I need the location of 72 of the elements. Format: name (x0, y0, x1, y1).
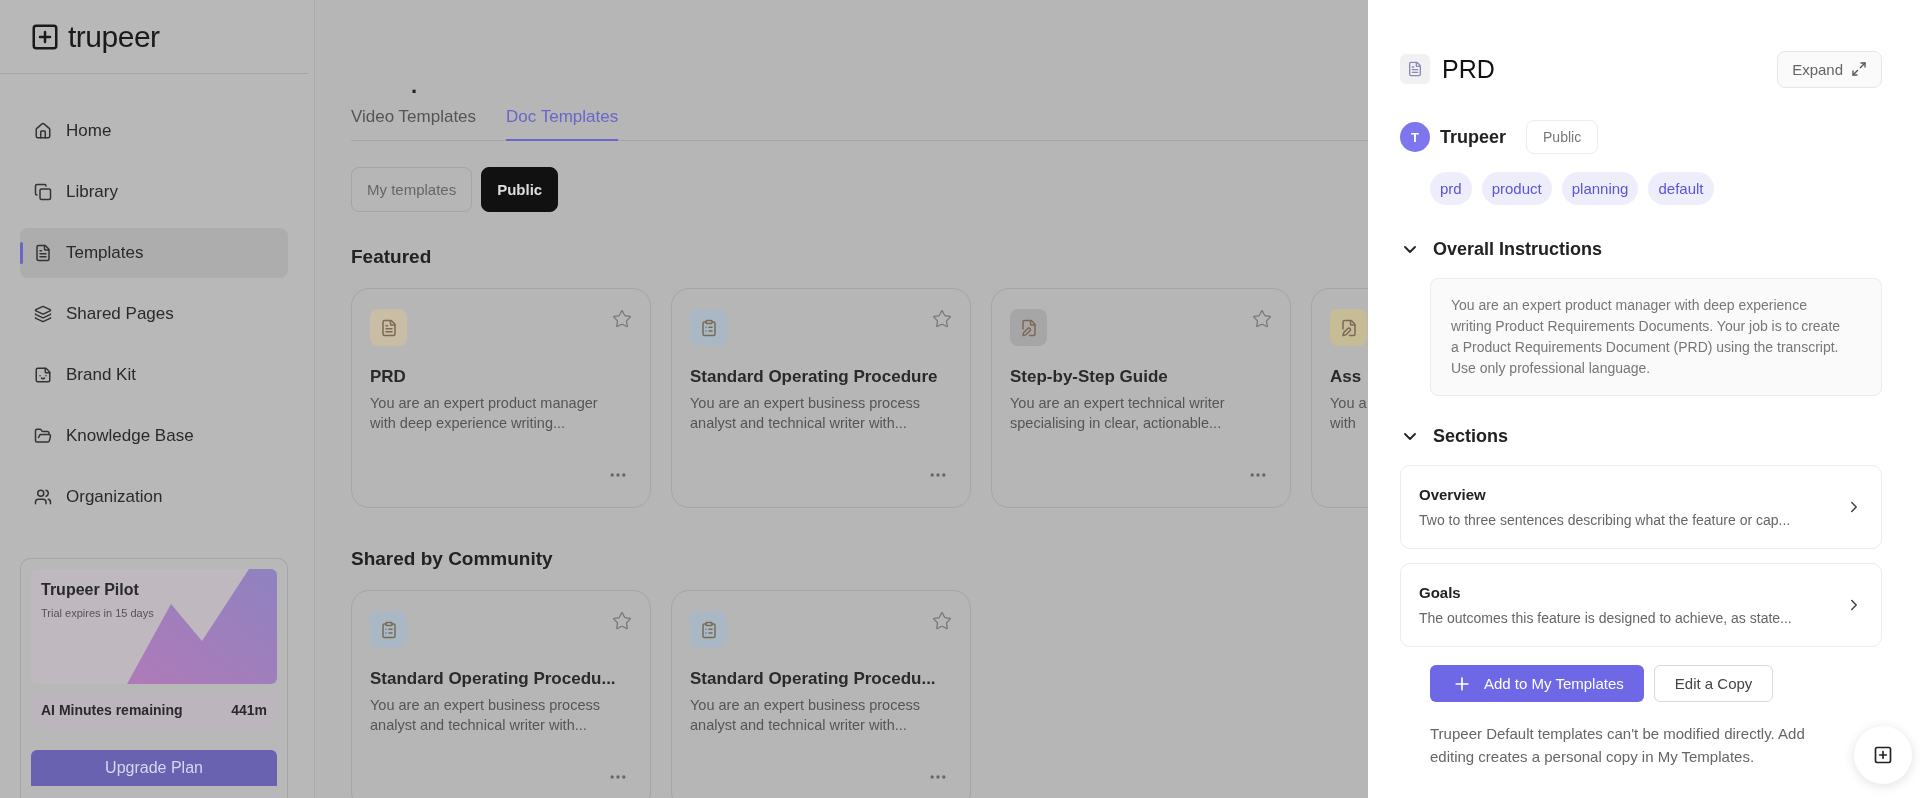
expand-button[interactable]: Expand (1777, 50, 1882, 88)
tab[interactable]: Video Templates (351, 104, 477, 141)
document-icon (34, 244, 52, 262)
card-description: You are an expert business process analyst and technical writer with... (690, 696, 921, 735)
card-description: You are an expert product manager with deep experience writing... (370, 394, 599, 433)
copy-icon (34, 183, 52, 201)
card-title: Standard Operating Procedu... (690, 669, 937, 689)
edit-copy-button[interactable]: Edit a Copy (1653, 665, 1774, 702)
logo-text: trupeer (68, 19, 160, 54)
nav-item[interactable]: Library (20, 167, 288, 217)
section-card[interactable]: Overview Two to three sentences describing what the feature or cap... (1400, 465, 1882, 549)
star-icon[interactable] (612, 611, 632, 631)
template-card[interactable]: PRD You are an expert product manager with deep experience writing... (351, 288, 651, 508)
section-card[interactable]: Goals The outcomes this feature is designed to achieve, as state... (1400, 563, 1882, 647)
tag: product (1481, 172, 1552, 205)
upgrade-button[interactable]: Upgrade Plan (31, 750, 277, 786)
nav-item[interactable]: Brand Kit (20, 350, 288, 400)
section-heading: Shared by Community (351, 548, 554, 570)
page-title: . (410, 72, 419, 100)
star-icon[interactable] (932, 309, 952, 329)
plan-subtitle: Trial expires in 15 days (41, 607, 155, 619)
card-description: You are an expert business process analyst and technical writer with... (370, 696, 601, 735)
home-icon (34, 122, 52, 140)
layers-icon (34, 305, 52, 323)
card-description: You a with (1330, 394, 1368, 433)
nav-item[interactable]: Templates (20, 228, 288, 278)
nav-item[interactable]: Shared Pages (20, 289, 288, 339)
tag: default (1648, 172, 1714, 205)
star-icon[interactable] (1252, 309, 1272, 329)
card-description: You are an expert technical writer specialising in clear, actionable... (1010, 394, 1226, 433)
document-icon (1400, 54, 1430, 84)
star-icon[interactable] (612, 309, 632, 329)
section-heading: Featured (351, 246, 433, 268)
sections-toggle[interactable]: Sections (1400, 426, 1882, 447)
author-name: Trupeer (1440, 126, 1507, 148)
minutes-value: 441m (231, 702, 267, 718)
card-title: PRD (370, 367, 407, 387)
avatar: T (1400, 122, 1430, 152)
template-card[interactable]: Standard Operating Procedure You are an expert business process analyst and technical writer with... (671, 288, 971, 508)
tag: prd (1430, 172, 1472, 205)
section-description: Two to three sentences describing what the feature or cap... (1419, 512, 1791, 528)
nav-item[interactable]: Home (20, 106, 288, 156)
star-icon[interactable] (932, 611, 952, 631)
instructions-toggle[interactable]: Overall Instructions (1400, 239, 1882, 260)
card-title: Step-by-Step Guide (1010, 367, 1169, 387)
tag: planning (1561, 172, 1639, 205)
section-title: Goals (1419, 584, 1462, 601)
floating-button[interactable] (1854, 726, 1912, 784)
chevron-icon (1404, 246, 1416, 253)
card-title: Standard Operating Procedu... (370, 669, 617, 689)
drawer-title: PRD (1442, 54, 1495, 84)
instructions-text: You are an expert product manager with deep experience writing Product Requirements Documents. Your job is to create a Product Requirements Document (PRD) using the transcript. Use only professional language. (1430, 278, 1882, 396)
section-title: Overview (1419, 486, 1487, 503)
add-templates-button[interactable]: Add to My Templates (1430, 665, 1644, 702)
template-card[interactable]: Step-by-Step Guide You are an expert technical writer specialising in clear, actionable... (991, 288, 1291, 508)
card-title: Ass (1330, 367, 1363, 387)
card-description: You are an expert business process analyst and technical writer with... (690, 394, 921, 433)
folder-icon (34, 427, 52, 445)
square-plus-icon (1873, 745, 1893, 765)
chevron-icon (1404, 433, 1416, 440)
nav-item[interactable]: Organization (20, 472, 288, 522)
filter-chip[interactable]: Public (481, 167, 559, 212)
users-icon (34, 488, 52, 506)
visibility-badge: Public (1526, 120, 1599, 154)
plan-title: Trupeer Pilot (41, 581, 140, 599)
card-title: Standard Operating Procedure (690, 367, 939, 387)
minutes-label: AI Minutes remaining (41, 702, 183, 718)
section-description: The outcomes this feature is designed to achieve, as state... (1419, 610, 1792, 626)
sticker-icon (34, 366, 52, 384)
expand-icon (1851, 61, 1867, 77)
info-note: Trupeer Default templates can't be modified directly. Add editing creates a personal copy in My Templates. (1430, 724, 1805, 767)
nav-item[interactable]: Knowledge Base (20, 411, 288, 461)
